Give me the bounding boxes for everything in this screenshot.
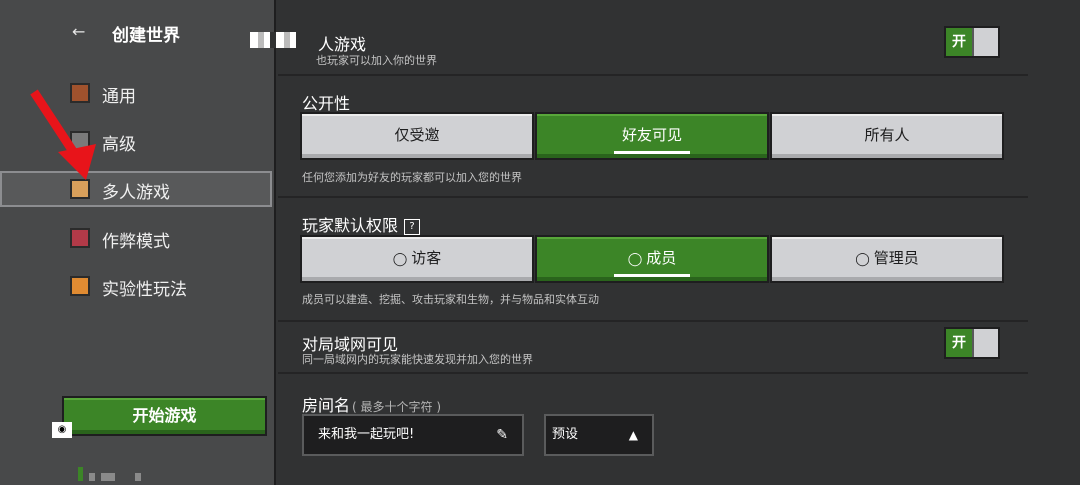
lan-desc: 同一局域网内的玩家能快速发现并加入您的世界 (302, 353, 533, 366)
status-marks (78, 466, 147, 485)
permissions-desc: 成员可以建造、挖掘、攻击玩家和生物，并与物品和实体互动 (302, 293, 599, 306)
permission-visitor-label: 访客 (411, 249, 442, 267)
experiments-icon (70, 276, 90, 296)
toggle-knob (972, 329, 998, 357)
start-game-button[interactable]: 开始游戏 (62, 396, 267, 436)
obscured-text (250, 32, 302, 48)
permissions-title: 玩家默认权限? (302, 212, 421, 236)
visibility-friends-button[interactable]: 好友可见 (535, 112, 769, 160)
visibility-everyone-button[interactable]: 所有人 (770, 112, 1004, 160)
room-name-input[interactable]: 来和我一起玩吧! ✎ (302, 414, 524, 456)
room-name-value: 来和我一起玩吧! (318, 427, 415, 442)
multiplayer-icon (70, 179, 90, 199)
permission-member-label: 成员 (646, 249, 677, 267)
sidebar-item-label: 作弊模式 (102, 232, 170, 252)
lan-section: 对局域网可见 同一局域网内的玩家能快速发现并加入您的世界 开 (278, 322, 1028, 374)
pencil-icon[interactable]: ✎ (496, 416, 508, 454)
settings-panel: 人游戏 也玩家可以加入你的世界 开 公开性 仅受邀 好友可见 所有人 任何您添加… (250, 0, 1080, 485)
chevron-up-icon: ▲ (628, 428, 638, 442)
sidebar-item-label: 实验性玩法 (102, 280, 187, 300)
operator-icon: ◯ (855, 252, 870, 267)
permission-operator-button[interactable]: ◯ 管理员 (770, 235, 1004, 283)
preset-label: 预设 (552, 427, 579, 442)
red-arrow-annotation (30, 89, 96, 180)
help-icon[interactable]: ? (404, 219, 421, 235)
sidebar: ← 创建世界 通用 高级 多人游戏 作弊模式 实验性玩法 开始游戏 ◉ (0, 0, 276, 485)
eye-icon: ◉ (52, 422, 72, 438)
visibility-title: 公开性 (302, 94, 351, 113)
toggle-on-label: 开 (946, 329, 972, 357)
member-icon: ◯ (627, 252, 643, 267)
visitor-icon: ◯ (392, 252, 408, 267)
preset-dropdown[interactable]: 预设 ▲ (544, 414, 654, 456)
sidebar-item-experiments[interactable]: 实验性玩法 (0, 268, 272, 304)
cheats-icon (70, 228, 90, 248)
room-name-title-text: 房间名 (302, 396, 351, 415)
visibility-desc: 任何您添加为好友的玩家都可以加入您的世界 (302, 171, 522, 184)
permissions-title-text: 玩家默认权限 (302, 216, 399, 235)
room-name-title: 房间名( 最多十个字符 ) (302, 392, 441, 416)
permission-member-button[interactable]: ◯ 成员 (535, 235, 769, 283)
back-icon[interactable]: ← (72, 22, 92, 42)
sidebar-item-label: 通用 (102, 87, 136, 107)
permission-visitor-button[interactable]: ◯ 访客 (300, 235, 534, 283)
permission-operator-label: 管理员 (873, 249, 919, 267)
permissions-section: 玩家默认权限? ◯ 访客 ◯ 成员 ◯ 管理员 成员可以建造、挖掘、攻击玩家和生物，并… (278, 198, 1028, 322)
sidebar-title: 创建世界 (112, 26, 180, 46)
visibility-invite-only-button[interactable]: 仅受邀 (300, 112, 534, 160)
sidebar-item-label: 多人游戏 (102, 183, 170, 203)
room-name-hint: ( 最多十个字符 ) (352, 400, 442, 414)
visibility-section: 公开性 仅受邀 好友可见 所有人 任何您添加为好友的玩家都可以加入您的世界 (278, 76, 1028, 198)
toggle-knob (972, 28, 998, 56)
lan-toggle[interactable]: 开 (944, 327, 1000, 359)
sidebar-item-cheats[interactable]: 作弊模式 (0, 220, 272, 256)
multiplayer-section: 人游戏 也玩家可以加入你的世界 开 (250, 0, 1028, 76)
sidebar-item-label: 高级 (102, 135, 136, 155)
multiplayer-desc: 也玩家可以加入你的世界 (316, 54, 437, 67)
multiplayer-toggle[interactable]: 开 (944, 26, 1000, 58)
toggle-on-label: 开 (946, 28, 972, 56)
